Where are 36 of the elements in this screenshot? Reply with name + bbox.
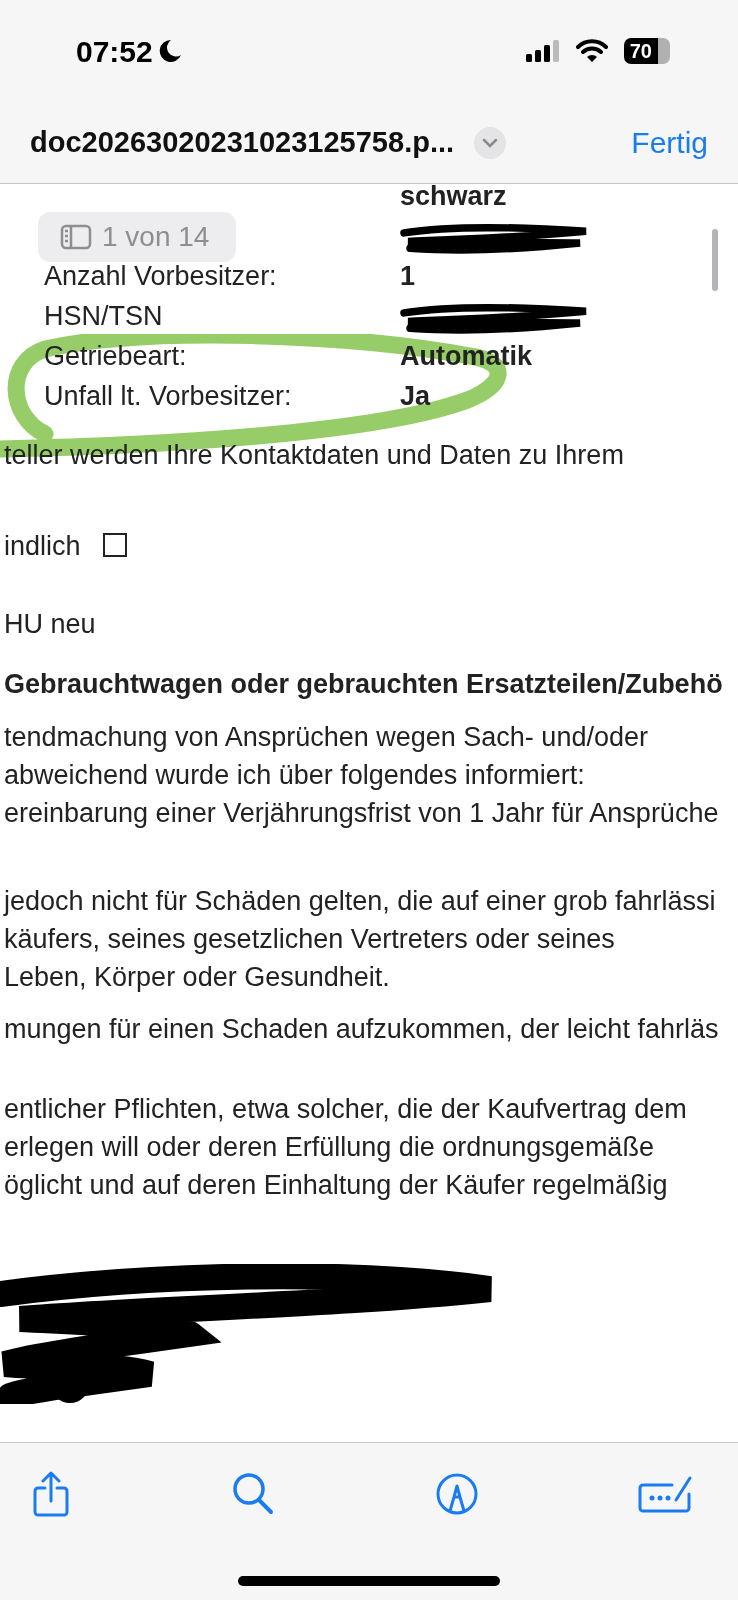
document-title: doc20263020231023125758.p... (30, 124, 455, 160)
document-text: indlich (4, 531, 81, 561)
signal-icon (525, 40, 560, 62)
field-label: Getriebeart: (43, 339, 188, 373)
document-text: öglicht und auf deren Einhaltung der Käufer regelmäßig (4, 1170, 668, 1200)
field-value: schwarz (400, 184, 507, 213)
checkbox[interactable] (102, 533, 127, 557)
field-label: Unfall lt. Vorbesitzer: (43, 379, 293, 413)
scroll-indicator (712, 229, 718, 291)
field-value: Ja (400, 379, 431, 413)
document-text: Leben, Körper oder Gesundheit. (4, 962, 390, 992)
battery-level: 70 (623, 38, 670, 64)
document-text: HU neu (4, 609, 96, 639)
clock-time: 07:52 (76, 33, 153, 70)
wifi-icon (575, 39, 608, 63)
page-indicator[interactable]: 1 von 14 (38, 212, 236, 262)
document-text: abweichend wurde ich über folgendes informiert: (4, 760, 585, 790)
section-heading: Gebrauchtwagen oder gebrauchten Ersatzteilen/Zubehö (4, 669, 723, 699)
document-text: entlicher Pflichten, etwa solcher, die der Kaufvertrag dem (4, 1094, 687, 1124)
chevron-down-icon (482, 137, 499, 148)
document-text: erlegen will oder deren Erfüllung die ordnungsgemäße (4, 1132, 654, 1162)
sidebar-icon (60, 224, 92, 250)
markup-button[interactable] (434, 1471, 479, 1517)
document-text: ereinbarung einer Verjährungsfrist von 1 Jahr für Ansprüche (4, 798, 719, 828)
document-text: tendmachung von Ansprüchen wegen Sach- und/oder (4, 722, 648, 752)
dropdown-button[interactable] (474, 126, 507, 159)
page-count: 1 von 14 (102, 220, 210, 254)
document-text: käufers, seines gesetzlichen Vertreters oder seines (4, 924, 615, 954)
done-link[interactable]: Fertig (631, 120, 708, 165)
field-label: Anzahl Vorbesitzer: (43, 259, 278, 293)
search-button[interactable] (231, 1471, 276, 1517)
field-label: HSN/TSN (43, 299, 164, 333)
share-button[interactable] (32, 1471, 72, 1517)
document-text: mungen für einen Schaden aufzukommen, der leicht fahrläs (4, 1014, 719, 1044)
document-text: jedoch nicht für Schäden gelten, die auf einer grob fahrlässi (4, 886, 716, 916)
field-value: 1 (400, 259, 416, 293)
